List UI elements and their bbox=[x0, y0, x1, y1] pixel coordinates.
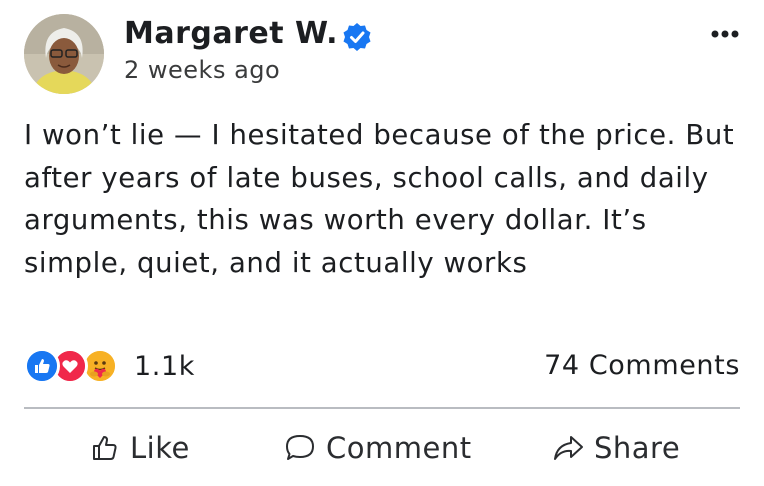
reaction-icons bbox=[24, 346, 130, 386]
share-button[interactable]: Share bbox=[552, 424, 680, 472]
author-name[interactable]: Margaret W. bbox=[124, 16, 338, 51]
share-label: Share bbox=[594, 431, 681, 465]
reactions-summary[interactable]: 1.1k bbox=[24, 346, 195, 386]
post-header: Margaret W. 2 weeks ago bbox=[24, 14, 740, 94]
share-arrow-icon bbox=[554, 436, 583, 460]
more-options-icon[interactable] bbox=[710, 26, 740, 42]
actions-divider bbox=[24, 407, 740, 409]
author-avatar[interactable] bbox=[24, 14, 104, 94]
comment-button[interactable]: Comment bbox=[284, 424, 472, 472]
thumbs-up-icon bbox=[93, 436, 117, 460]
like-label: Like bbox=[130, 431, 190, 465]
like-button[interactable]: Like bbox=[90, 424, 190, 472]
verified-badge-icon bbox=[343, 23, 371, 51]
post-body-text: I won’t lie — I hesitated because of the… bbox=[24, 119, 735, 279]
like-reaction-icon bbox=[24, 348, 60, 384]
post-timestamp[interactable]: 2 weeks ago bbox=[124, 56, 280, 84]
comment-bubble-icon bbox=[286, 435, 314, 460]
comments-count-link[interactable]: 74 Comments bbox=[544, 350, 740, 381]
post-actions-bar: Like Comment Share bbox=[24, 424, 740, 472]
reaction-count[interactable]: 1.1k bbox=[134, 351, 195, 382]
comment-label: Comment bbox=[326, 431, 472, 465]
